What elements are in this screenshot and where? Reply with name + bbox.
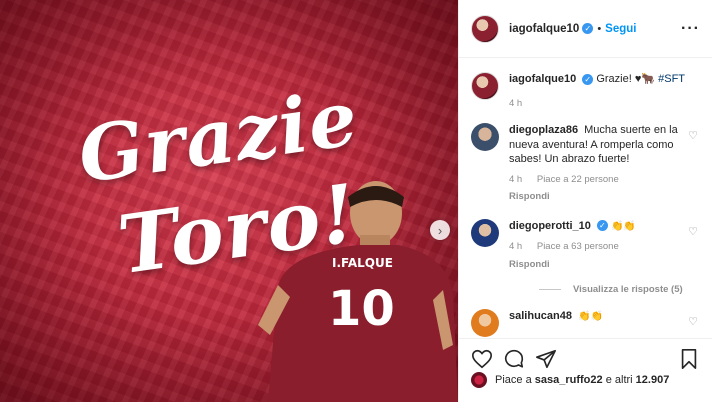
avatar[interactable] (471, 372, 487, 388)
caption-time: 4 h (509, 97, 523, 109)
jersey-name: I.FALQUE (332, 256, 393, 270)
caption: iagofalque10 ✓ Grazie! ♥🐂 #SFT 4 h (459, 72, 712, 111)
verified-icon: ✓ (582, 73, 594, 85)
caption-username[interactable]: iagofalque10 (509, 73, 576, 85)
post-side-panel: iagofalque10 ✓ • Segui ··· iagofalque10 ✓… (458, 0, 712, 402)
player-illustration: I.FALQUE 10 (258, 181, 458, 402)
verified-icon: ✓ (582, 23, 594, 34)
likes-count[interactable]: 12.907 (636, 374, 670, 386)
comment-text: 👏👏 (578, 311, 603, 322)
like-icon[interactable] (471, 348, 493, 370)
comment-time: 4 h (509, 241, 523, 252)
likes-user[interactable]: sasa_ruffo22 (535, 374, 603, 386)
header-username[interactable]: iagofalque10 (509, 23, 579, 35)
save-bookmark-icon[interactable] (678, 348, 700, 370)
verified-icon: ✓ (596, 220, 608, 232)
comments-list: iagofalque10 ✓ Grazie! ♥🐂 #SFT 4 h diegop… (459, 58, 712, 338)
comment-username[interactable]: diegoplaza86 (509, 124, 578, 136)
avatar[interactable] (471, 309, 499, 337)
comment-likes[interactable]: Piace a 22 persone (537, 174, 619, 185)
carousel-next-icon[interactable]: › (430, 220, 450, 240)
jersey-number: 10 (328, 281, 395, 337)
hashtag-link[interactable]: #SFT (658, 73, 685, 85)
likes-summary: Piace a sasa_ruffo22 e altri 12.907 (471, 372, 700, 388)
view-replies-button[interactable]: Visualizza le risposte (5) (539, 284, 712, 295)
post-image[interactable]: Grazie Toro! I.FALQUE 10 › (0, 0, 458, 402)
like-comment-icon[interactable]: ♡ (688, 225, 698, 238)
avatar[interactable] (471, 72, 499, 100)
like-comment-icon[interactable]: ♡ (688, 129, 698, 142)
likes-prefix: Piace a (495, 374, 532, 386)
comment-username[interactable]: diegoperotti_10 (509, 220, 591, 232)
avatar[interactable] (471, 14, 499, 43)
comment-time: 4 h (509, 173, 523, 185)
like-comment-icon[interactable]: ♡ (688, 315, 698, 328)
reply-button[interactable]: Rispondi (509, 258, 700, 273)
follow-button[interactable]: Segui (605, 23, 636, 35)
separator-dot: • (597, 22, 602, 35)
comment-username[interactable]: salihucan48 (509, 310, 572, 322)
comment-text: 👏👏 (610, 220, 636, 232)
caption-text: Grazie! ♥🐂 (596, 73, 656, 85)
comment-item: diegoplaza86 Mucha suerte en la nueva av… (459, 123, 712, 205)
comment-item: diegoperotti_10 ✓ 👏👏 4 h Piace a 63 perso… (459, 218, 712, 273)
more-options-icon[interactable]: ··· (681, 20, 700, 38)
comment-icon[interactable] (503, 348, 525, 370)
post-header: iagofalque10 ✓ • Segui ··· (459, 0, 712, 58)
comment-likes[interactable]: Piace a 63 persone (537, 241, 619, 252)
avatar[interactable] (471, 123, 499, 151)
avatar[interactable] (471, 218, 499, 247)
reply-button[interactable]: Rispondi (509, 190, 700, 205)
likes-suffix: e altri (605, 374, 633, 386)
comment-item: salihucan48 👏👏 ♡ (459, 309, 712, 337)
share-icon[interactable] (535, 348, 557, 370)
